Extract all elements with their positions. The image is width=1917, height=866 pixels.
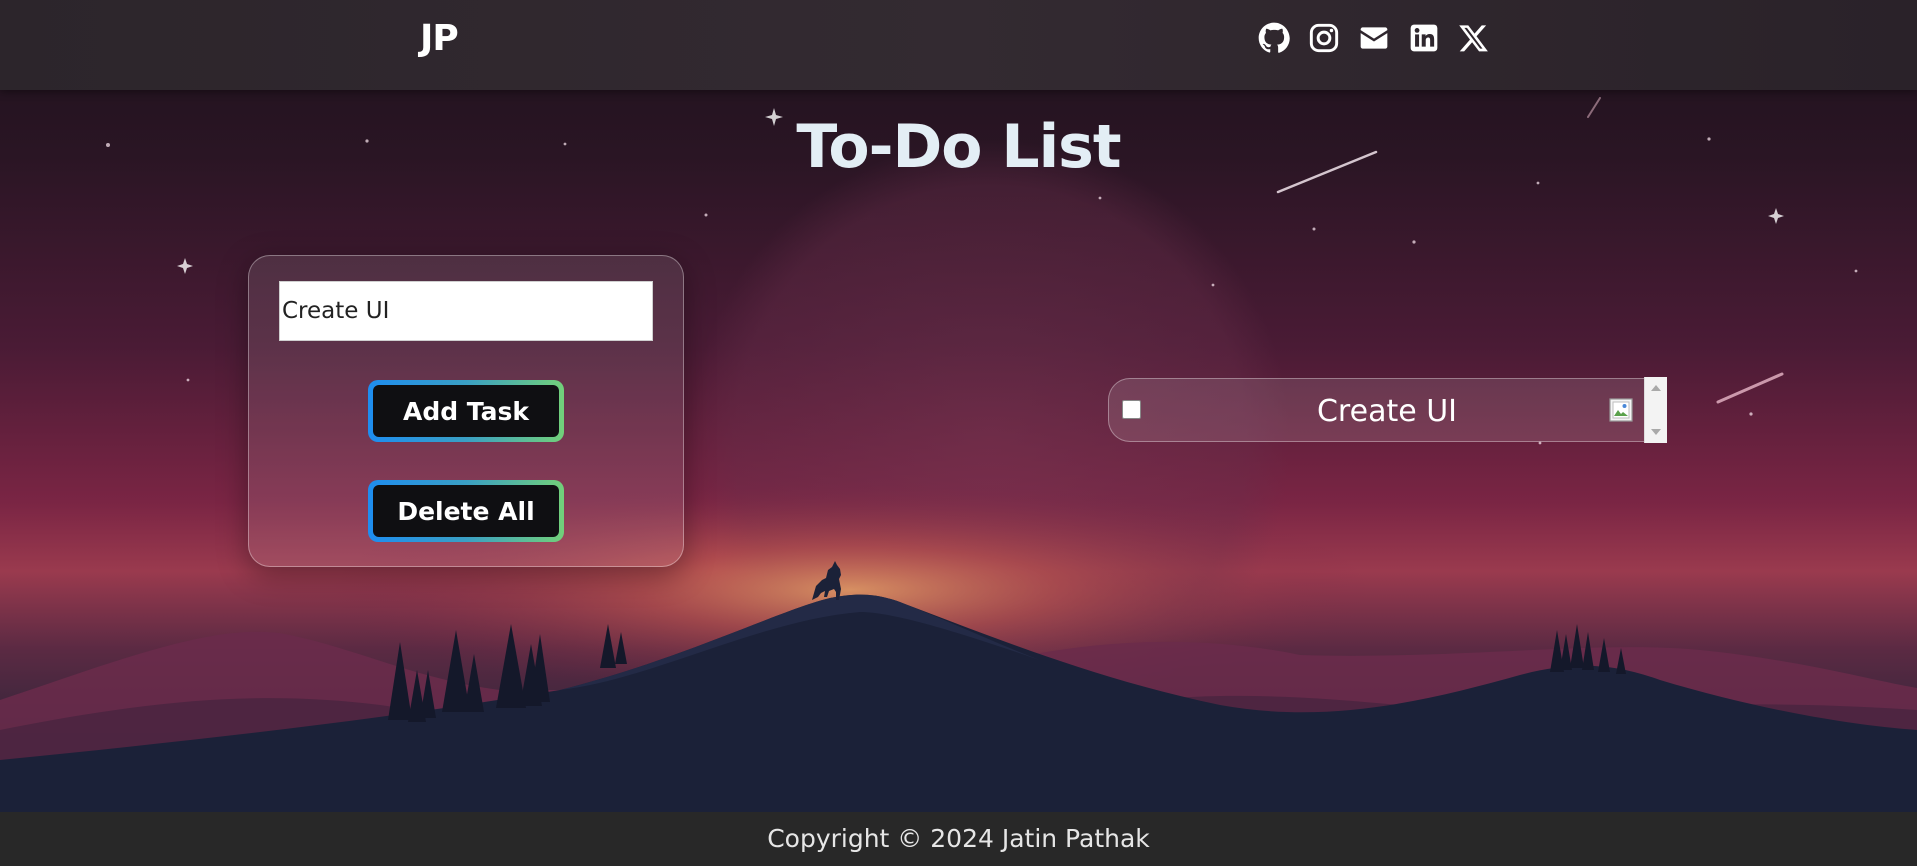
page-title: To-Do List	[796, 112, 1121, 182]
task-input[interactable]	[279, 281, 653, 341]
github-icon[interactable]	[1258, 22, 1290, 54]
task-text: Create UI	[1316, 394, 1458, 429]
scroll-up-arrow-icon[interactable]	[1651, 385, 1661, 391]
mail-icon[interactable]	[1358, 22, 1390, 54]
x-icon[interactable]	[1458, 22, 1490, 54]
instagram-icon[interactable]	[1308, 22, 1340, 54]
footer: Copyright © 2024 Jatin Pathak	[0, 812, 1917, 866]
scroll-down-arrow-icon[interactable]	[1651, 429, 1661, 435]
social-links	[1258, 22, 1490, 54]
broken-image-icon[interactable]	[1609, 398, 1633, 422]
task-checkbox[interactable]	[1122, 400, 1141, 419]
page: JP To-Do List Create UI Add Task Delete …	[0, 0, 1917, 866]
add-task-button[interactable]: Add Task	[373, 385, 559, 437]
shooting-star	[1716, 372, 1784, 404]
delete-all-button-wrapper: Delete All	[368, 480, 564, 542]
copyright-text: Copyright © 2024 Jatin Pathak	[767, 824, 1150, 853]
task-list-scrollbar[interactable]	[1644, 377, 1667, 443]
add-task-button-wrapper: Add Task	[368, 380, 564, 442]
delete-all-button[interactable]: Delete All	[373, 485, 559, 537]
task-list-item: Create UI	[1108, 377, 1667, 443]
top-navbar: JP	[0, 0, 1917, 90]
site-logo[interactable]: JP	[420, 18, 459, 59]
linkedin-icon[interactable]	[1408, 22, 1440, 54]
task-input-card: Add Task Delete All	[248, 255, 684, 567]
